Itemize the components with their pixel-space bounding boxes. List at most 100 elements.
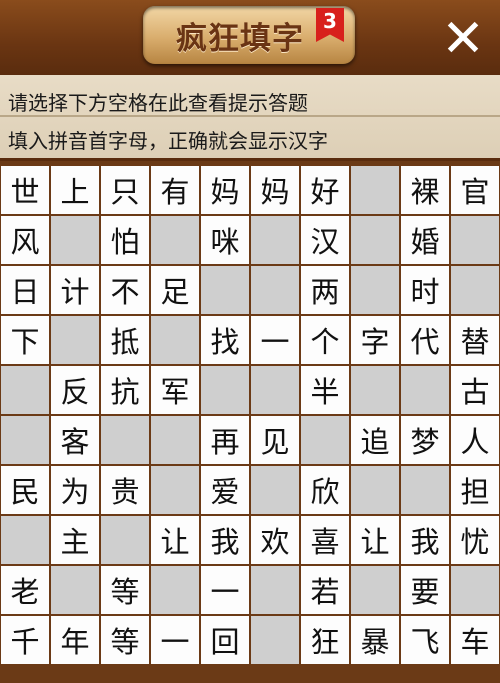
grid-cell-empty[interactable] — [451, 266, 499, 314]
grid-cell-empty[interactable] — [301, 416, 349, 464]
grid-cell-filled[interactable]: 我 — [401, 516, 449, 564]
grid-cell-filled[interactable]: 字 — [351, 316, 399, 364]
grid-cell-filled[interactable]: 等 — [101, 616, 149, 664]
grid-cell-filled[interactable]: 车 — [451, 616, 499, 664]
grid-cell-filled[interactable]: 下 — [1, 316, 49, 364]
grid-cell-empty[interactable] — [251, 216, 299, 264]
grid-cell-filled[interactable]: 欢 — [251, 516, 299, 564]
grid-cell-filled[interactable]: 只 — [101, 166, 149, 214]
grid-cell-empty[interactable] — [51, 566, 99, 614]
grid-cell-filled[interactable]: 妈 — [251, 166, 299, 214]
grid-cell-filled[interactable]: 客 — [51, 416, 99, 464]
grid-cell-empty[interactable] — [351, 566, 399, 614]
grid-cell-filled[interactable]: 计 — [51, 266, 99, 314]
grid-cell-empty[interactable] — [1, 516, 49, 564]
grid-cell-empty[interactable] — [251, 566, 299, 614]
grid-cell-filled[interactable]: 汉 — [301, 216, 349, 264]
grid-cell-filled[interactable]: 狂 — [301, 616, 349, 664]
grid-cell-filled[interactable]: 足 — [151, 266, 199, 314]
grid-cell-filled[interactable]: 半 — [301, 366, 349, 414]
grid-cell-filled[interactable]: 日 — [1, 266, 49, 314]
grid-cell-filled[interactable]: 古 — [451, 366, 499, 414]
grid-cell-filled[interactable]: 上 — [51, 166, 99, 214]
grid-cell-filled[interactable]: 若 — [301, 566, 349, 614]
grid-cell-filled[interactable]: 千 — [1, 616, 49, 664]
grid-cell-filled[interactable]: 找 — [201, 316, 249, 364]
grid-cell-filled[interactable]: 世 — [1, 166, 49, 214]
grid-cell-filled[interactable]: 忧 — [451, 516, 499, 564]
grid-cell-filled[interactable]: 替 — [451, 316, 499, 364]
grid-cell-filled[interactable]: 老 — [1, 566, 49, 614]
grid-cell-filled[interactable]: 喜 — [301, 516, 349, 564]
grid-cell-empty[interactable] — [51, 216, 99, 264]
grid-cell-empty[interactable] — [451, 216, 499, 264]
grid-cell-filled[interactable]: 官 — [451, 166, 499, 214]
grid-cell-empty[interactable] — [451, 566, 499, 614]
grid-cell-filled[interactable]: 回 — [201, 616, 249, 664]
close-button[interactable]: ✕ — [438, 13, 488, 65]
grid-cell-filled[interactable]: 贵 — [101, 466, 149, 514]
grid-cell-filled[interactable]: 抵 — [101, 316, 149, 364]
grid-cell-filled[interactable]: 我 — [201, 516, 249, 564]
grid-cell-empty[interactable] — [351, 366, 399, 414]
grid-cell-empty[interactable] — [401, 466, 449, 514]
grid-cell-filled[interactable]: 代 — [401, 316, 449, 364]
grid-cell-empty[interactable] — [101, 516, 149, 564]
grid-cell-filled[interactable]: 抗 — [101, 366, 149, 414]
grid-cell-empty[interactable] — [1, 366, 49, 414]
grid-cell-empty[interactable] — [101, 416, 149, 464]
grid-cell-empty[interactable] — [151, 566, 199, 614]
grid-cell-filled[interactable]: 为 — [51, 466, 99, 514]
grid-cell-filled[interactable]: 风 — [1, 216, 49, 264]
grid-cell-filled[interactable]: 要 — [401, 566, 449, 614]
grid-cell-empty[interactable] — [151, 466, 199, 514]
grid-cell-empty[interactable] — [201, 366, 249, 414]
grid-cell-filled[interactable]: 担 — [451, 466, 499, 514]
grid-cell-filled[interactable]: 好 — [301, 166, 349, 214]
grid-cell-filled[interactable]: 等 — [101, 566, 149, 614]
grid-cell-filled[interactable]: 人 — [451, 416, 499, 464]
grid-cell-filled[interactable]: 婚 — [401, 216, 449, 264]
grid-cell-filled[interactable]: 两 — [301, 266, 349, 314]
grid-cell-filled[interactable]: 咪 — [201, 216, 249, 264]
grid-cell-empty[interactable] — [151, 316, 199, 364]
grid-cell-empty[interactable] — [251, 266, 299, 314]
grid-cell-empty[interactable] — [351, 466, 399, 514]
grid-cell-empty[interactable] — [151, 216, 199, 264]
grid-cell-filled[interactable]: 民 — [1, 466, 49, 514]
grid-cell-filled[interactable]: 个 — [301, 316, 349, 364]
grid-cell-filled[interactable]: 怕 — [101, 216, 149, 264]
grid-cell-filled[interactable]: 让 — [151, 516, 199, 564]
grid-cell-filled[interactable]: 一 — [201, 566, 249, 614]
grid-cell-empty[interactable] — [351, 266, 399, 314]
grid-cell-empty[interactable] — [351, 216, 399, 264]
grid-cell-filled[interactable]: 主 — [51, 516, 99, 564]
grid-cell-filled[interactable]: 见 — [251, 416, 299, 464]
grid-cell-filled[interactable]: 年 — [51, 616, 99, 664]
grid-cell-empty[interactable] — [351, 166, 399, 214]
grid-cell-empty[interactable] — [151, 416, 199, 464]
grid-cell-filled[interactable]: 追 — [351, 416, 399, 464]
grid-cell-filled[interactable]: 让 — [351, 516, 399, 564]
grid-cell-filled[interactable]: 飞 — [401, 616, 449, 664]
grid-cell-filled[interactable]: 妈 — [201, 166, 249, 214]
grid-cell-filled[interactable]: 裸 — [401, 166, 449, 214]
grid-cell-filled[interactable]: 时 — [401, 266, 449, 314]
grid-cell-filled[interactable]: 爱 — [201, 466, 249, 514]
grid-cell-empty[interactable] — [1, 416, 49, 464]
grid-cell-filled[interactable]: 欣 — [301, 466, 349, 514]
grid-cell-filled[interactable]: 一 — [251, 316, 299, 364]
grid-cell-empty[interactable] — [201, 266, 249, 314]
grid-cell-filled[interactable]: 反 — [51, 366, 99, 414]
grid-cell-filled[interactable]: 不 — [101, 266, 149, 314]
grid-cell-empty[interactable] — [51, 316, 99, 364]
grid-cell-empty[interactable] — [401, 366, 449, 414]
grid-cell-filled[interactable]: 暴 — [351, 616, 399, 664]
grid-cell-filled[interactable]: 有 — [151, 166, 199, 214]
grid-cell-filled[interactable]: 一 — [151, 616, 199, 664]
grid-cell-empty[interactable] — [251, 466, 299, 514]
grid-cell-filled[interactable]: 梦 — [401, 416, 449, 464]
grid-cell-filled[interactable]: 再 — [201, 416, 249, 464]
grid-cell-empty[interactable] — [251, 366, 299, 414]
grid-cell-filled[interactable]: 军 — [151, 366, 199, 414]
